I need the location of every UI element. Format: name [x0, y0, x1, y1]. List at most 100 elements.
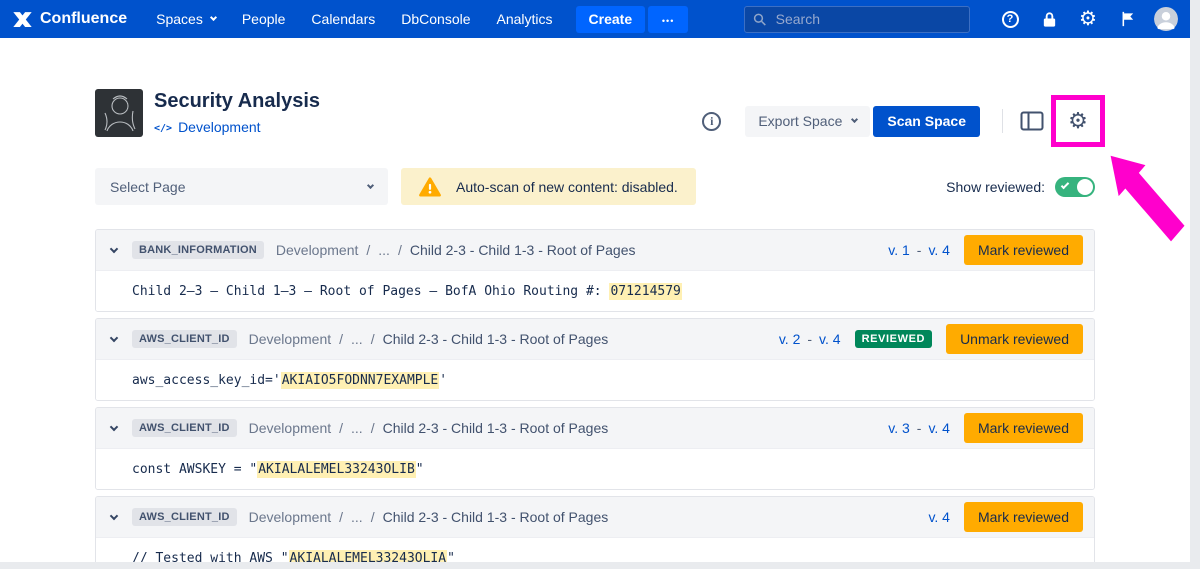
- nav-spaces[interactable]: Spaces: [143, 11, 229, 27]
- code-text: Child 2–3 – Child 1–3 – Root of Pages – …: [132, 284, 609, 299]
- secret-highlight: 071214579: [609, 283, 681, 300]
- version-to-link[interactable]: v. 4: [928, 420, 950, 436]
- expand-chevron-icon[interactable]: [110, 511, 118, 519]
- header-actions: Export Space Scan Space: [702, 97, 1095, 145]
- finding-type-badge: AWS_CLIENT_ID: [132, 330, 237, 348]
- feedback-flag-button[interactable]: [1115, 7, 1139, 31]
- search-box[interactable]: [744, 6, 970, 33]
- unmark-reviewed-button[interactable]: Unmark reviewed: [946, 324, 1083, 354]
- breadcrumb-ellipsis[interactable]: ...: [378, 242, 390, 258]
- flag-icon: [1119, 10, 1136, 28]
- space-header: Security Analysis Development Export Spa…: [95, 89, 1095, 145]
- finding-card: BANK_INFORMATION Development / ... / Chi…: [95, 229, 1095, 312]
- sidebar-view-icon: [1020, 111, 1044, 131]
- brand-name: Confluence: [40, 10, 127, 28]
- breadcrumb-separator: /: [366, 242, 370, 258]
- finding-header[interactable]: AWS_CLIENT_ID Development / ... / Child …: [96, 497, 1094, 537]
- breadcrumb-page[interactable]: Child 2-3 - Child 1-3 - Root of Pages: [383, 420, 609, 436]
- search-icon: [753, 12, 767, 27]
- breadcrumb-ellipsis[interactable]: ...: [351, 509, 363, 525]
- mark-reviewed-button[interactable]: Mark reviewed: [964, 413, 1083, 443]
- version-from-link[interactable]: v. 2: [779, 331, 801, 347]
- finding-card: AWS_CLIENT_ID Development / ... / Child …: [95, 496, 1095, 562]
- show-reviewed-toggle[interactable]: [1055, 177, 1095, 197]
- select-page-label: Select Page: [110, 179, 186, 195]
- export-space-button[interactable]: Export Space: [745, 106, 870, 137]
- nav-calendars[interactable]: Calendars: [298, 11, 388, 27]
- breadcrumb-separator: /: [339, 420, 343, 436]
- breadcrumb-space[interactable]: Development: [249, 509, 332, 525]
- topbar-icons: [998, 7, 1178, 31]
- confluence-home-link[interactable]: Confluence: [12, 9, 127, 30]
- autoscan-warning-banner: Auto-scan of new content: disabled.: [401, 168, 696, 205]
- breadcrumb-space[interactable]: Development: [249, 420, 332, 436]
- version-to-link[interactable]: v. 4: [819, 331, 841, 347]
- breadcrumb-separator: /: [371, 420, 375, 436]
- breadcrumb-ellipsis[interactable]: ...: [351, 420, 363, 436]
- breadcrumb-space[interactable]: Development: [249, 331, 332, 347]
- lock-icon: [1041, 10, 1058, 29]
- nav-people[interactable]: People: [229, 11, 299, 27]
- check-icon: [1061, 180, 1069, 188]
- panel-view-button[interactable]: [1015, 105, 1049, 137]
- info-icon[interactable]: [702, 112, 721, 131]
- finding-header[interactable]: AWS_CLIENT_ID Development / ... / Child …: [96, 319, 1094, 359]
- confluence-window: Confluence Spaces People Calendars DbCon…: [0, 0, 1190, 562]
- finding-type-badge: AWS_CLIENT_ID: [132, 419, 237, 437]
- nav-dbconsole[interactable]: DbConsole: [388, 11, 483, 27]
- secret-highlight: AKIAIO5FODNN7EXAMPLE: [281, 372, 440, 389]
- warning-icon: [419, 177, 441, 197]
- help-button[interactable]: [998, 7, 1022, 31]
- code-text: // Tested with AWS ": [132, 551, 289, 563]
- user-menu-button[interactable]: [1154, 7, 1178, 31]
- version-from-link[interactable]: v. 3: [888, 420, 910, 436]
- breadcrumb-space[interactable]: Development: [276, 242, 359, 258]
- scan-space-button[interactable]: Scan Space: [873, 106, 980, 137]
- expand-chevron-icon[interactable]: [110, 422, 118, 430]
- breadcrumb-page[interactable]: Child 2-3 - Child 1-3 - Root of Pages: [383, 331, 609, 347]
- main-content: Security Analysis Development Export Spa…: [95, 38, 1095, 562]
- finding-snippet: // Tested with AWS "AKIALALEMEL33243OLIA…: [96, 537, 1094, 562]
- breadcrumb-separator: /: [339, 509, 343, 525]
- version-from-link[interactable]: v. 1: [888, 242, 910, 258]
- create-button[interactable]: Create: [576, 6, 646, 33]
- mark-reviewed-button[interactable]: Mark reviewed: [964, 235, 1083, 265]
- chevron-down-icon: [367, 181, 374, 188]
- finding-snippet: Child 2–3 – Child 1–3 – Root of Pages – …: [96, 270, 1094, 311]
- show-reviewed-label: Show reviewed:: [946, 179, 1045, 195]
- finding-snippet: const AWSKEY = "AKIALALEMEL33243OLIB": [96, 448, 1094, 489]
- export-space-label: Export Space: [758, 113, 842, 129]
- version-to-link[interactable]: v. 4: [928, 509, 950, 525]
- divider: [1002, 109, 1003, 133]
- settings-button[interactable]: [1076, 7, 1100, 31]
- top-navigation-bar: Confluence Spaces People Calendars DbCon…: [0, 0, 1190, 38]
- space-link[interactable]: Development: [178, 119, 261, 135]
- version-to-link[interactable]: v. 4: [928, 242, 950, 258]
- finding-header[interactable]: AWS_CLIENT_ID Development / ... / Child …: [96, 408, 1094, 448]
- nav-analytics[interactable]: Analytics: [484, 11, 566, 27]
- code-text: ": [447, 551, 455, 563]
- lock-button[interactable]: [1037, 7, 1061, 31]
- secret-highlight: AKIALALEMEL33243OLIB: [257, 461, 416, 478]
- primary-nav: Spaces People Calendars DbConsole Analyt…: [143, 11, 565, 27]
- mark-reviewed-button[interactable]: Mark reviewed: [964, 502, 1083, 532]
- controls-row: Select Page Auto-scan of new content: di…: [95, 168, 1095, 205]
- breadcrumb-page[interactable]: Child 2-3 - Child 1-3 - Root of Pages: [383, 509, 609, 525]
- space-settings-button[interactable]: [1061, 105, 1095, 137]
- warning-text: Auto-scan of new content: disabled.: [456, 179, 678, 195]
- search-input[interactable]: [774, 10, 962, 28]
- finding-header[interactable]: BANK_INFORMATION Development / ... / Chi…: [96, 230, 1094, 270]
- breadcrumb-ellipsis[interactable]: ...: [351, 331, 363, 347]
- breadcrumb-page[interactable]: Child 2-3 - Child 1-3 - Root of Pages: [410, 242, 636, 258]
- code-text: aws_access_key_id=': [132, 373, 281, 388]
- nav-spaces-label: Spaces: [156, 11, 203, 27]
- code-text: ": [416, 462, 424, 477]
- breadcrumb-separator: /: [398, 242, 402, 258]
- expand-chevron-icon[interactable]: [110, 333, 118, 341]
- toggle-knob: [1077, 179, 1093, 195]
- select-page-dropdown[interactable]: Select Page: [95, 168, 388, 205]
- titles: Security Analysis Development: [154, 89, 320, 145]
- more-button[interactable]: [648, 6, 688, 33]
- version-dash: -: [807, 331, 812, 347]
- expand-chevron-icon[interactable]: [110, 244, 118, 252]
